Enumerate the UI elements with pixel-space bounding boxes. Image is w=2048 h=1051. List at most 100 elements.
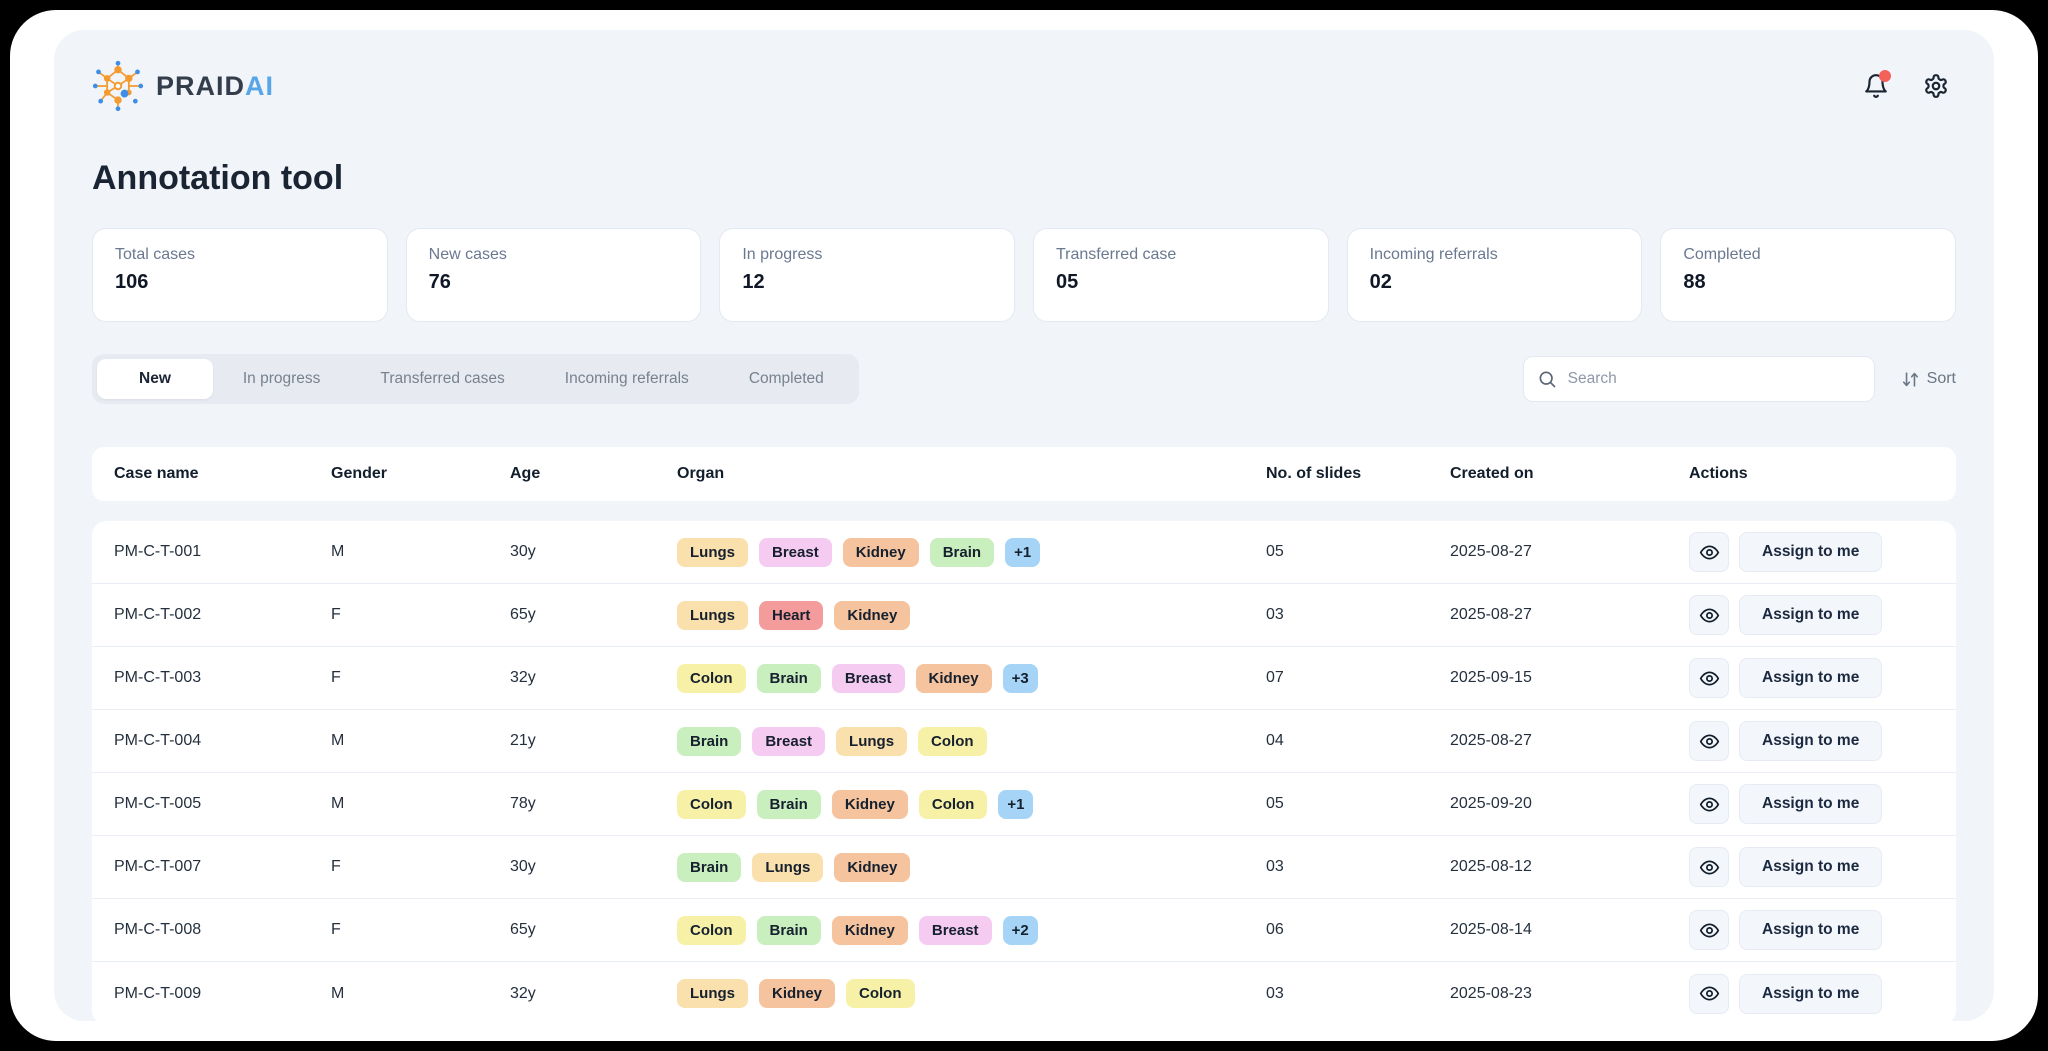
slides-cell: 05 bbox=[1266, 795, 1450, 813]
toolbar: NewIn progressTransferred casesIncoming … bbox=[92, 354, 1956, 404]
organ-more-badge[interactable]: +2 bbox=[1003, 916, 1038, 945]
table-row: PM-C-T-002F65yLungsHeartKidney032025-08-… bbox=[92, 584, 1956, 647]
created-on-cell: 2025-08-12 bbox=[1450, 858, 1689, 876]
gender-cell: M bbox=[331, 985, 510, 1003]
gender-cell: F bbox=[331, 669, 510, 687]
organ-tag-lungs: Lungs bbox=[752, 853, 823, 882]
view-case-button[interactable] bbox=[1689, 532, 1729, 572]
search-input[interactable] bbox=[1523, 356, 1875, 402]
case-name-cell: PM-C-T-004 bbox=[114, 732, 331, 750]
organ-more-badge[interactable]: +1 bbox=[1005, 538, 1040, 567]
tab-new[interactable]: New bbox=[97, 359, 213, 399]
organ-tag-lungs: Lungs bbox=[836, 727, 907, 756]
settings-button[interactable] bbox=[1922, 72, 1950, 100]
assign-to-me-button[interactable]: Assign to me bbox=[1739, 658, 1882, 698]
assign-to-me-button[interactable]: Assign to me bbox=[1739, 974, 1882, 1014]
view-case-button[interactable] bbox=[1689, 974, 1729, 1014]
eye-icon bbox=[1699, 794, 1720, 815]
notifications-button[interactable] bbox=[1862, 72, 1890, 100]
age-cell: 32y bbox=[510, 985, 677, 1003]
view-case-button[interactable] bbox=[1689, 721, 1729, 761]
table-row: PM-C-T-007F30yBrainLungsKidney032025-08-… bbox=[92, 836, 1956, 899]
brand-logo: PRAIDAI bbox=[92, 60, 274, 112]
organ-tag-brain: Brain bbox=[757, 790, 821, 819]
eye-icon bbox=[1699, 605, 1720, 626]
assign-to-me-button[interactable]: Assign to me bbox=[1739, 910, 1882, 950]
case-name-cell: PM-C-T-002 bbox=[114, 606, 331, 624]
organ-tag-lungs: Lungs bbox=[677, 601, 748, 630]
view-case-button[interactable] bbox=[1689, 847, 1729, 887]
organ-more-badge[interactable]: +3 bbox=[1003, 664, 1038, 693]
created-on-cell: 2025-08-27 bbox=[1450, 606, 1689, 624]
age-cell: 32y bbox=[510, 669, 677, 687]
view-case-button[interactable] bbox=[1689, 595, 1729, 635]
organ-more-badge[interactable]: +1 bbox=[998, 790, 1033, 819]
stat-card-total-cases: Total cases 106 bbox=[92, 228, 388, 322]
view-case-button[interactable] bbox=[1689, 784, 1729, 824]
table-row: PM-C-T-001M30yLungsBreastKidneyBrain+105… bbox=[92, 521, 1956, 584]
age-cell: 65y bbox=[510, 921, 677, 939]
stat-value: 106 bbox=[115, 271, 365, 294]
actions-cell: Assign to me bbox=[1689, 532, 1934, 572]
table-row: PM-C-T-005M78yColonBrainKidneyColon+1052… bbox=[92, 773, 1956, 836]
stats-row: Total cases106New cases76In progress12Tr… bbox=[92, 228, 1956, 322]
stat-card-in-progress: In progress12 bbox=[719, 228, 1015, 322]
table-row: PM-C-T-004M21yBrainBreastLungsColon04202… bbox=[92, 710, 1956, 773]
organ-tag-colon: Colon bbox=[919, 790, 988, 819]
organ-tag-colon: Colon bbox=[918, 727, 987, 756]
tab-in-progress[interactable]: In progress bbox=[213, 359, 351, 399]
assign-to-me-button[interactable]: Assign to me bbox=[1739, 784, 1882, 824]
actions-cell: Assign to me bbox=[1689, 910, 1934, 950]
actions-cell: Assign to me bbox=[1689, 974, 1934, 1014]
organ-tag-colon: Colon bbox=[677, 664, 746, 693]
column-header-no-of-slides: No. of slides bbox=[1266, 465, 1450, 483]
slides-cell: 04 bbox=[1266, 732, 1450, 750]
organ-tag-brain: Brain bbox=[677, 727, 741, 756]
tab-transferred-cases[interactable]: Transferred cases bbox=[350, 359, 534, 399]
organ-tag-breast: Breast bbox=[759, 538, 832, 567]
view-case-button[interactable] bbox=[1689, 658, 1729, 698]
slides-cell: 03 bbox=[1266, 985, 1450, 1003]
age-cell: 65y bbox=[510, 606, 677, 624]
organ-cell: ColonBrainKidneyBreast+2 bbox=[677, 916, 1266, 945]
assign-to-me-button[interactable]: Assign to me bbox=[1739, 847, 1882, 887]
assign-to-me-button[interactable]: Assign to me bbox=[1739, 595, 1882, 635]
slides-cell: 03 bbox=[1266, 858, 1450, 876]
app-window: PRAIDAI Annotation tool Total cases106Ne… bbox=[10, 10, 2038, 1041]
organ-tag-kidney: Kidney bbox=[843, 538, 919, 567]
organ-cell: ColonBrainBreastKidney+3 bbox=[677, 664, 1266, 693]
gender-cell: F bbox=[331, 921, 510, 939]
gear-icon bbox=[1923, 73, 1949, 99]
organ-tag-kidney: Kidney bbox=[832, 790, 908, 819]
organ-cell: LungsHeartKidney bbox=[677, 601, 1266, 630]
view-case-button[interactable] bbox=[1689, 910, 1729, 950]
gender-cell: F bbox=[331, 606, 510, 624]
eye-icon bbox=[1699, 983, 1720, 1004]
stat-label: Completed bbox=[1683, 246, 1933, 264]
stat-card-new-cases: New cases76 bbox=[406, 228, 702, 322]
tab-incoming-referrals[interactable]: Incoming referrals bbox=[535, 359, 719, 399]
column-header-case-name: Case name bbox=[114, 465, 331, 483]
organ-tag-brain: Brain bbox=[757, 664, 821, 693]
stat-label: Total cases bbox=[115, 246, 365, 264]
gender-cell: M bbox=[331, 543, 510, 561]
assign-to-me-button[interactable]: Assign to me bbox=[1739, 721, 1882, 761]
eye-icon bbox=[1699, 857, 1720, 878]
created-on-cell: 2025-08-27 bbox=[1450, 543, 1689, 561]
organ-cell: BrainLungsKidney bbox=[677, 853, 1266, 882]
tab-completed[interactable]: Completed bbox=[719, 359, 854, 399]
assign-to-me-button[interactable]: Assign to me bbox=[1739, 532, 1882, 572]
table-row: PM-C-T-003F32yColonBrainBreastKidney+307… bbox=[92, 647, 1956, 710]
actions-cell: Assign to me bbox=[1689, 847, 1934, 887]
brand-name-secondary: AI bbox=[245, 71, 274, 101]
search-box bbox=[1523, 356, 1875, 402]
slides-cell: 06 bbox=[1266, 921, 1450, 939]
sort-label: Sort bbox=[1927, 370, 1956, 388]
gender-cell: M bbox=[331, 732, 510, 750]
tabs-bar: NewIn progressTransferred casesIncoming … bbox=[92, 354, 859, 404]
organ-tag-brain: Brain bbox=[757, 916, 821, 945]
organ-tag-kidney: Kidney bbox=[832, 916, 908, 945]
case-name-cell: PM-C-T-001 bbox=[114, 543, 331, 561]
sort-button[interactable]: Sort bbox=[1901, 370, 1956, 389]
organ-tag-kidney: Kidney bbox=[834, 601, 910, 630]
